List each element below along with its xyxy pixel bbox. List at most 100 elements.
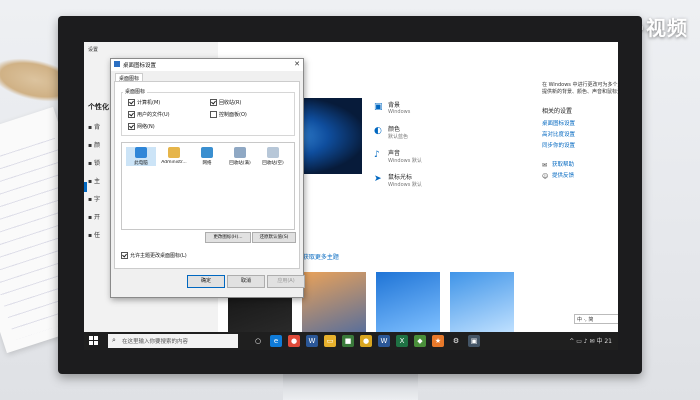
desktop-icon-glyph	[234, 147, 246, 158]
desktop-icon-label: 回收站(满)	[229, 161, 251, 166]
allow-themes-checkbox[interactable]: 允许主题更改桌面图标(L)	[121, 252, 187, 259]
monitor: 设置 个性化 ▪ 背 ▪ 颜 ▪ 锁 ▪ 主 ▪ 字 ▪ 开 ▪ 任 ▣ 背景 Windows ◐…	[58, 16, 642, 374]
sidebar-item[interactable]: ▪ 背	[88, 122, 100, 140]
settings-window-title: 设置	[88, 47, 99, 53]
file-explorer-icon[interactable]: ▭	[324, 335, 336, 347]
taskbar: ⌕ 在这里输入你要搜索的内容 ○ e ● W ▭ ■ ● W X ◆ ★ ⚙ ▣ ^ ▭ ♪ ✉ 中 2…	[84, 332, 618, 350]
theme-item-3[interactable]: ➤ 鼠标光标 Windows 默认	[374, 172, 422, 196]
sidebar-item[interactable]: ▪ 任	[88, 230, 100, 248]
orange-app-icon[interactable]: ★	[432, 335, 444, 347]
theme-item-title: 背景	[388, 102, 401, 109]
theme-item-0[interactable]: ▣ 背景 Windows	[374, 100, 422, 124]
desktop-icon-checkbox[interactable]: 计算机(M)	[128, 99, 160, 106]
theme-settings-list: ▣ 背景 Windows ◐ 颜色 默认蓝色 ♪ 声音 Windows 默认 ➤ 鼠标光标 Windo…	[374, 100, 422, 196]
cancel-button[interactable]: 取消	[227, 275, 265, 288]
desktop-icon-label: 回收站(空)	[262, 161, 284, 166]
screen: 设置 个性化 ▪ 背 ▪ 颜 ▪ 锁 ▪ 主 ▪ 字 ▪ 开 ▪ 任 ▣ 背景 Windows ◐…	[84, 42, 618, 350]
desktop-icons-group: 计算机(M) 回收站(R) 用户的文件(U) 控制面板(O) 网络(N)	[121, 92, 295, 136]
chrome2-icon[interactable]: ●	[360, 335, 372, 347]
checkbox-box[interactable]	[128, 123, 135, 130]
dialog-titlebar: 桌面图标设置 ✕	[111, 59, 303, 71]
close-icon[interactable]: ✕	[294, 60, 300, 68]
ok-button[interactable]: 确定	[187, 275, 225, 288]
dialog-app-icon	[114, 61, 120, 67]
sidebar-item[interactable]: ▪ 字	[88, 194, 100, 212]
related-settings-heading: 相关的设置	[542, 108, 573, 115]
desktop-icon-checkbox[interactable]: 网络(N)	[128, 123, 155, 130]
theme-item-2[interactable]: ♪ 声音 Windows 默认	[374, 148, 422, 172]
related-link[interactable]: 桌面图标设置	[542, 119, 618, 130]
desktop-icon-checkbox[interactable]: 控制面板(O)	[210, 111, 247, 118]
desktop-icon-preview[interactable]: Administr...	[159, 147, 189, 165]
right-column: 在 Windows 中进行更改可为多个主题提供新的背景、颜色、声音和鼠标光标。 …	[542, 82, 618, 182]
monitor-stand	[283, 370, 418, 400]
picture-icon: ▣	[374, 102, 383, 112]
related-link[interactable]: 高对比度设置	[542, 130, 618, 141]
sidebar-heading: 个性化	[88, 103, 109, 111]
desktop-icon-glyph	[135, 147, 147, 158]
checkbox-label: 控制面板(O)	[219, 112, 247, 118]
theme-item-subtitle: 默认蓝色	[388, 134, 409, 140]
ime-toolbar[interactable]: 中 ·, 简	[574, 314, 618, 324]
checkbox-label: 网络(N)	[137, 124, 155, 130]
pinned-app-icon[interactable]: ■	[342, 335, 354, 347]
sidebar-item[interactable]: ▪ 颜	[88, 140, 100, 158]
theme-thumbnail-image	[376, 272, 440, 332]
cursor-icon: ➤	[374, 174, 382, 184]
theme-thumbnail[interactable]: Windows	[376, 272, 442, 341]
theme-thumbnail-image	[302, 272, 366, 332]
checkbox-box[interactable]	[128, 111, 135, 118]
system-tray[interactable]: ^ ▭ ♪ ✉ 中 21	[569, 336, 612, 345]
search-placeholder: 在这里输入你要搜索的内容	[122, 339, 189, 345]
checkbox-box[interactable]	[128, 99, 135, 106]
app-icon[interactable]: ◆	[414, 335, 426, 347]
checkbox-box[interactable]	[210, 99, 217, 106]
desktop-icon-checkbox[interactable]: 回收站(R)	[210, 99, 241, 106]
help-link-label: 提供反馈	[552, 173, 575, 179]
task-view-icon[interactable]: ○	[252, 335, 264, 347]
feedback-icon: ☺	[542, 173, 549, 180]
word-icon[interactable]: W	[306, 335, 318, 347]
edge-icon[interactable]: e	[270, 335, 282, 347]
apply-button[interactable]: 应用(A)	[267, 275, 305, 288]
theme-thumbnail[interactable]: Windows (浅色主题)	[450, 272, 516, 343]
checkbox-label: 用户的文件(U)	[137, 112, 170, 118]
chat-help-icon: ✉	[542, 162, 548, 169]
sidebar-selection-indicator	[84, 182, 87, 192]
change-icon-button[interactable]: 更改图标(H)...	[205, 232, 251, 243]
active-window-icon[interactable]: ▣	[468, 335, 480, 347]
search-icon: ⌕	[112, 336, 116, 344]
theme-item-title: 颜色	[388, 126, 401, 133]
restore-default-button[interactable]: 还原默认值(S)	[252, 232, 296, 243]
theme-item-subtitle: Windows 默认	[388, 158, 422, 164]
help-link[interactable]: ✉ 获取帮助	[542, 160, 618, 171]
settings-icon[interactable]: ⚙	[450, 335, 462, 347]
help-link[interactable]: ☺ 提供反馈	[542, 171, 618, 182]
taskbar-search[interactable]: ⌕ 在这里输入你要搜索的内容	[108, 334, 238, 348]
sidebar-item[interactable]: ▪ 开	[88, 212, 100, 230]
desktop-icon-preview[interactable]: 回收站(空)	[258, 147, 288, 166]
theme-item-subtitle: Windows	[388, 109, 411, 115]
speaker-icon: ♪	[374, 150, 380, 160]
excel-icon[interactable]: X	[396, 335, 408, 347]
desktop-icon-label: Administr...	[161, 160, 187, 165]
theme-item-1[interactable]: ◐ 颜色 默认蓝色	[374, 124, 422, 148]
desktop-icon-preview[interactable]: 网络	[192, 147, 222, 166]
allow-themes-label: 允许主题更改桌面图标(L)	[130, 253, 187, 259]
checkbox-box[interactable]	[121, 252, 128, 259]
theme-item-subtitle: Windows 默认	[388, 182, 422, 188]
desktop-icon-checkbox[interactable]: 用户的文件(U)	[128, 111, 170, 118]
word2-icon[interactable]: W	[378, 335, 390, 347]
chrome-icon[interactable]: ●	[288, 335, 300, 347]
sidebar-item[interactable]: ▪ 锁	[88, 158, 100, 176]
checkbox-box[interactable]	[210, 111, 217, 118]
theme-thumbnail[interactable]: Snowy Mountains	[302, 272, 368, 341]
related-link[interactable]: 同步你的设置	[542, 141, 618, 152]
sidebar-item[interactable]: ▪ 主	[88, 176, 100, 194]
icon-preview-list[interactable]: 此电脑 Administr... 网络 回收站(满) 回收站(空)	[121, 142, 295, 230]
desktop-icon-glyph	[168, 147, 180, 158]
start-button[interactable]	[89, 336, 99, 346]
desktop-icon-glyph	[267, 147, 279, 158]
desktop-icon-preview[interactable]: 此电脑	[126, 147, 156, 166]
desktop-icon-preview[interactable]: 回收站(满)	[225, 147, 255, 166]
